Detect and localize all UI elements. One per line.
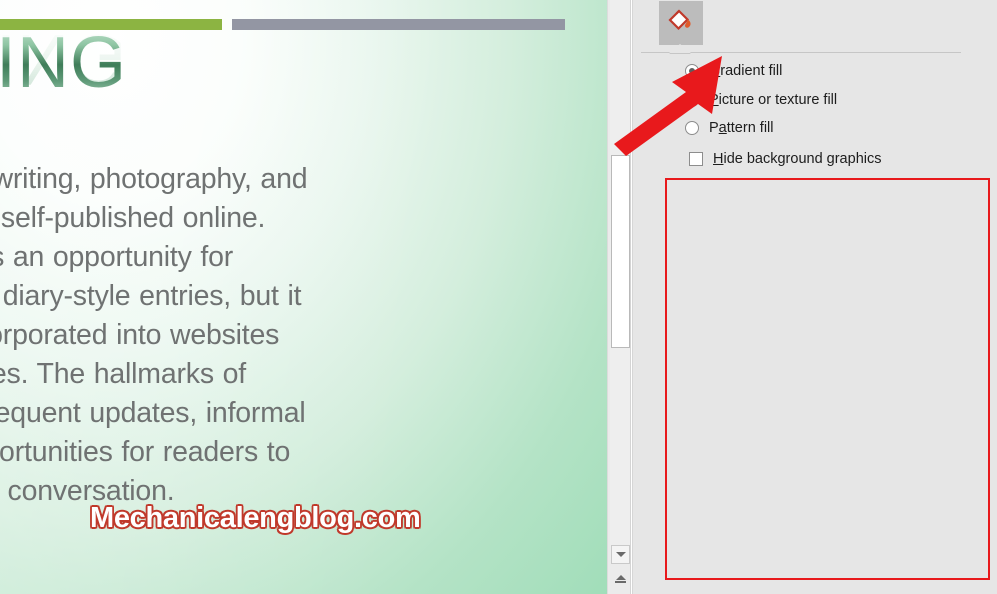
chevron-down-icon: [615, 552, 626, 557]
slide-body-line: , and opportunities for readers to: [0, 436, 291, 468]
fill-bucket-icon[interactable]: [659, 1, 703, 45]
slide-body-line: been incorporated into websites: [0, 319, 280, 351]
slide-body-line: refers to writing, photography, and: [0, 163, 308, 195]
next-slide-icon: [615, 575, 626, 580]
fill-bucket-glyph: [668, 9, 691, 31]
slide-body-text[interactable]: refers to writing, photography, and dia t…: [0, 160, 560, 511]
fill-option-label-picture: Picture or texture fill: [709, 92, 838, 108]
slide-body-line: dia that's self-published online.: [0, 202, 266, 234]
slide-canvas[interactable]: GGING GGING refers to writing, photograp…: [0, 0, 607, 594]
slide-body-line: businesses. The hallmarks of: [0, 358, 246, 390]
red-pointer-arrow: [614, 56, 722, 156]
slide-body-line: include frequent updates, informal: [0, 397, 306, 429]
hide-background-graphics-label: Hide background graphics: [713, 151, 882, 167]
pane-icon-row: [633, 0, 997, 48]
slide-body-line: started as an opportunity for: [0, 241, 234, 273]
screenshot-root: GGING GGING refers to writing, photograp…: [0, 0, 997, 594]
slide-title[interactable]: GGING: [0, 22, 127, 104]
watermark: Mechanicalengblog.com: [90, 502, 421, 534]
next-slide-button[interactable]: [611, 570, 630, 588]
accent-bar-gray: [232, 19, 565, 30]
slide-body-line: s to write diary-style entries, but it: [0, 280, 302, 312]
next-slide-bar: [615, 581, 626, 583]
slide-scrollbar-thumb[interactable]: [611, 155, 630, 348]
scroll-down-button[interactable]: [611, 545, 630, 564]
